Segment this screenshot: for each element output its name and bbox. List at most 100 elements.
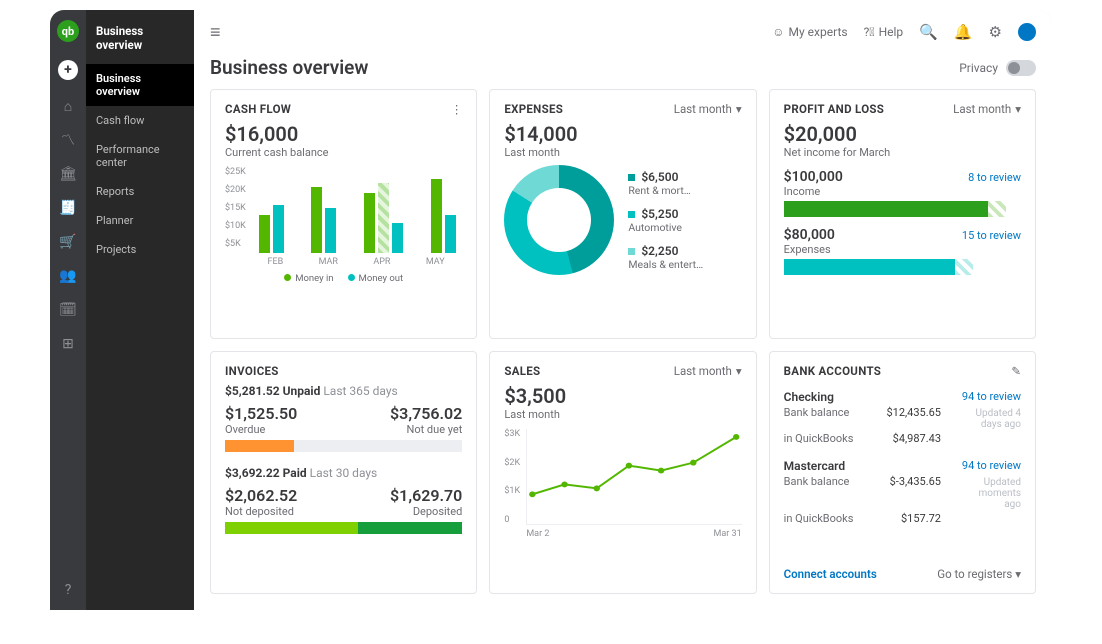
legend-money-out: Money out — [359, 273, 404, 284]
legend-swatch — [628, 174, 635, 181]
card-sales: SALES Last month ▾ $3,500 Last month $3K… — [489, 351, 756, 594]
chevron-down-icon: ▾ — [736, 364, 742, 378]
cf-xtick: MAR — [319, 257, 338, 267]
invoices-paid-total: $3,692.22 Paid — [225, 466, 307, 480]
quick-create-button[interactable]: + — [58, 60, 78, 80]
cf-ytick: $20K — [225, 185, 246, 195]
sales-xtick-start: Mar 2 — [526, 529, 549, 539]
help-button[interactable]: ?⃝ Help — [864, 25, 904, 39]
pl-amount: $20,000 — [784, 122, 1021, 146]
calendar-icon[interactable]: 🗓 — [60, 302, 76, 318]
invoices-notdue-label: Not due yet — [406, 423, 462, 436]
subnav-item-reports[interactable]: Reports — [86, 177, 194, 206]
expenses-subtitle: Last month — [504, 146, 741, 159]
pl-expenses-review-link[interactable]: 15 to review — [962, 229, 1021, 242]
subnav-header: Business overview — [86, 24, 194, 64]
legend-swatch — [628, 211, 635, 218]
person-icon: ☺ — [772, 25, 784, 39]
analytics-icon[interactable]: 〽 — [60, 132, 76, 148]
subnav-item-business-overview[interactable]: Business overview — [86, 64, 194, 106]
invoices-deposited-value: $1,629.70 — [390, 486, 462, 505]
bank-account-mastercard: Mastercard94 to review Bank balance$-3,4… — [784, 459, 1021, 525]
hamburger-menu-icon[interactable]: ≡ — [210, 22, 221, 43]
cf-ytick: $5K — [225, 239, 246, 249]
cf-ytick: $25K — [225, 167, 246, 177]
sales-period-dropdown[interactable]: Last month ▾ — [674, 364, 742, 378]
go-to-registers-dropdown[interactable]: Go to registers ▾ — [937, 567, 1021, 581]
people-icon[interactable]: 👥 — [60, 268, 76, 284]
apps-icon[interactable]: ⊞ — [60, 336, 76, 352]
cash-flow-chart — [250, 167, 463, 253]
sales-ytick: 0 — [504, 515, 520, 525]
search-icon[interactable]: 🔍 — [919, 23, 938, 41]
cf-ytick: $15K — [225, 203, 246, 213]
qb-logo[interactable]: qb — [57, 20, 79, 42]
subnav-item-planner[interactable]: Planner — [86, 206, 194, 235]
expenses-period-dropdown[interactable]: Last month ▾ — [674, 102, 742, 116]
expenses-donut-chart — [504, 165, 614, 275]
bank-review-link[interactable]: 94 to review — [962, 459, 1021, 473]
cf-xtick: MAY — [426, 257, 445, 267]
sales-title: SALES — [504, 364, 540, 378]
cash-flow-amount: $16,000 — [225, 122, 462, 146]
bank-account-name: Checking — [784, 390, 834, 404]
legend-money-in: Money in — [295, 273, 333, 284]
receipts-icon[interactable]: 🧾 — [60, 200, 76, 216]
pl-expenses-bar — [784, 259, 1021, 275]
invoices-deposited-label: Deposited — [413, 505, 463, 518]
help-rail-icon[interactable]: ? — [60, 582, 76, 598]
topbar: ≡ ☺ My experts ?⃝ Help 🔍 🔔 ⚙ — [194, 10, 1052, 54]
expenses-amount: $14,000 — [504, 122, 741, 146]
expenses-title: EXPENSES — [504, 102, 563, 116]
pl-income-bar — [784, 201, 1021, 217]
sales-ytick: $2K — [504, 458, 520, 468]
card-invoices: INVOICES $5,281.52 Unpaid Last 365 days … — [210, 351, 477, 594]
subnav-item-cash-flow[interactable]: Cash flow — [86, 106, 194, 135]
avatar[interactable] — [1018, 23, 1036, 41]
home-icon[interactable]: ⌂ — [60, 98, 76, 114]
sales-line-chart — [526, 429, 742, 525]
legend-swatch — [628, 248, 635, 255]
sales-amount: $3,500 — [504, 384, 741, 408]
gear-icon[interactable]: ⚙ — [989, 23, 1002, 41]
bank-edit-icon[interactable]: ✎ — [1011, 364, 1021, 378]
invoices-paid-range: Last 30 days — [310, 466, 378, 480]
sales-ytick: $3K — [504, 429, 520, 439]
cf-xtick: FEB — [268, 257, 284, 267]
bank-title: BANK ACCOUNTS — [784, 364, 882, 378]
page-title: Business overview — [210, 56, 368, 79]
help-icon: ?⃝ — [864, 25, 875, 39]
pl-period-dropdown[interactable]: Last month ▾ — [953, 102, 1021, 116]
card-expenses: EXPENSES Last month ▾ $14,000 Last month… — [489, 89, 756, 339]
subnav-item-performance-center[interactable]: Performance center — [86, 135, 194, 177]
pl-expenses-value: $80,000 — [784, 227, 835, 243]
pl-expenses-label: Expenses — [784, 243, 835, 256]
sales-subtitle: Last month — [504, 408, 741, 421]
help-label: Help — [879, 25, 904, 39]
privacy-toggle[interactable] — [1006, 60, 1036, 76]
cart-icon[interactable]: 🛒 — [60, 234, 76, 250]
my-experts-button[interactable]: ☺ My experts — [772, 25, 847, 39]
subnav-item-projects[interactable]: Projects — [86, 235, 194, 264]
banking-icon[interactable]: 🏛 — [60, 166, 76, 182]
pl-subtitle: Net income for March — [784, 146, 1021, 159]
pl-income-review-link[interactable]: 8 to review — [968, 171, 1021, 184]
invoices-notdeposited-label: Not deposited — [225, 505, 294, 518]
expense-item: $5,250 Automotive — [628, 207, 703, 234]
cf-ytick: $10K — [225, 221, 246, 231]
bank-account-name: Mastercard — [784, 459, 845, 473]
pl-income-label: Income — [784, 185, 843, 198]
expense-item: $6,500 Rent & mort… — [628, 170, 703, 197]
bank-review-link[interactable]: 94 to review — [962, 390, 1021, 404]
bank-account-checking: Checking94 to review Bank balance$12,435… — [784, 390, 1021, 445]
cash-flow-kebab-icon[interactable]: ⋮ — [451, 102, 463, 116]
pl-income-value: $100,000 — [784, 169, 843, 185]
cf-xtick: APR — [373, 257, 390, 267]
cash-flow-subtitle: Current cash balance — [225, 146, 462, 159]
connect-accounts-link[interactable]: Connect accounts — [784, 567, 877, 581]
privacy-label: Privacy — [959, 61, 998, 75]
bell-icon[interactable]: 🔔 — [954, 23, 973, 41]
subnav: Business overview Business overview Cash… — [86, 10, 194, 610]
card-bank-accounts: BANK ACCOUNTS ✎ Checking94 to review Ban… — [769, 351, 1036, 594]
card-profit-loss: PROFIT AND LOSS Last month ▾ $20,000 Net… — [769, 89, 1036, 339]
